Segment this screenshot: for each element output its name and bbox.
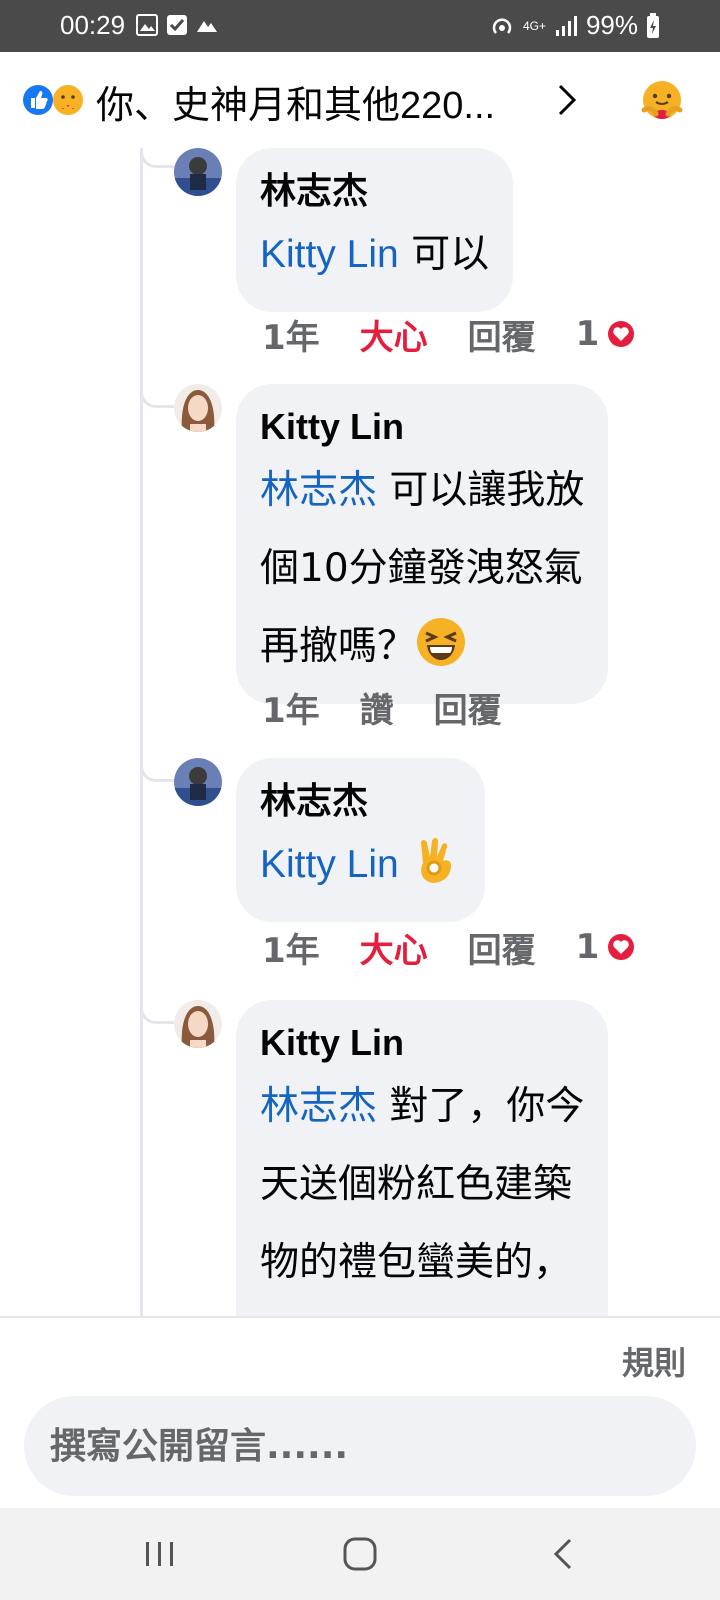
- comment-input[interactable]: [24, 1396, 696, 1496]
- reaction-count-number: 1: [575, 314, 600, 354]
- comment-bubble[interactable]: Kitty Lin 林志杰 可以讓我放 個10分鐘發洩怒氣 再撤嗎？: [236, 384, 609, 704]
- signal-icon: [555, 15, 577, 36]
- care-reaction-icon: [53, 85, 83, 115]
- comment-body-text: [399, 842, 411, 887]
- avatar-lin-zhijie[interactable]: [174, 148, 222, 196]
- mention-link[interactable]: 林志杰: [260, 469, 377, 512]
- comment-text: Kitty Lin: [260, 826, 461, 904]
- status-time: 00:29: [60, 10, 126, 40]
- comment-text-line-1: 林志杰 對了，你今: [260, 1068, 584, 1146]
- comment-author[interactable]: 林志杰: [260, 776, 461, 826]
- mountain-icon: [197, 21, 217, 32]
- mention-link[interactable]: Kitty Lin: [260, 233, 399, 276]
- network-label: 4G+: [522, 18, 546, 33]
- avatar-kitty-lin[interactable]: [174, 384, 222, 432]
- rules-link[interactable]: 規則: [622, 1338, 686, 1384]
- reactions-header[interactable]: 你、史神月和其他220...: [0, 52, 720, 148]
- status-right: 4G+ 99%: [489, 10, 660, 41]
- comment-time: 1年: [262, 930, 320, 971]
- mention-link[interactable]: Kitty Lin: [260, 843, 399, 886]
- reply-button[interactable]: 回覆: [468, 310, 536, 359]
- comment-time: 1年: [262, 317, 320, 358]
- comment-text-line-3: 再撤嗎？: [260, 608, 584, 686]
- comment-thread[interactable]: 林志杰 Kitty Lin 可以 1年 大心 回覆 1 Kitty Lin 林志…: [0, 148, 720, 1316]
- comment-body-text: 對了，你今: [377, 1084, 585, 1129]
- love-icon: [606, 932, 637, 962]
- love-reaction-button[interactable]: 大心: [360, 923, 428, 972]
- comment-actions: 1年 讚 回覆: [262, 682, 502, 732]
- reaction-count-number: 1: [575, 927, 600, 967]
- avatar-lin-zhijie[interactable]: [174, 758, 222, 806]
- reply-button[interactable]: 回覆: [434, 683, 502, 732]
- laughing-emoji: [417, 618, 466, 666]
- comment-bubble[interactable]: Kitty Lin 林志杰 對了，你今 天送個粉紅色建築 物的禮包蠻美的，: [236, 1000, 609, 1316]
- care-reaction-button[interactable]: [640, 80, 684, 124]
- status-bar: 00:29 4G+ 99%: [0, 0, 720, 52]
- reply-connector: [140, 388, 176, 408]
- reply-button[interactable]: 回覆: [468, 923, 536, 972]
- comment-text-line-2: 天送個粉紅色建築: [260, 1162, 573, 1207]
- reactions-summary-text: 你、史神月和其他220...: [96, 85, 496, 127]
- home-icon[interactable]: [336, 1530, 384, 1578]
- system-nav-bar: [0, 1508, 720, 1600]
- like-reaction-icon: [23, 85, 53, 115]
- thread-line: [140, 148, 143, 1316]
- like-button[interactable]: 讚: [360, 683, 394, 732]
- comment-time: 1年: [262, 690, 320, 731]
- comment-text-line-2: 個10分鐘發洩怒氣: [260, 546, 583, 591]
- comment-text-line-3: 物的禮包蠻美的，: [260, 1240, 573, 1285]
- back-icon[interactable]: [540, 1530, 588, 1578]
- battery-charging-icon: [647, 12, 659, 38]
- comment-actions: 1年 大心 回覆 1: [262, 309, 637, 359]
- check-box-icon: [167, 15, 187, 35]
- comment-text-line-1: 林志杰 可以讓我放: [260, 452, 584, 530]
- comment-text: Kitty Lin 可以: [260, 216, 489, 294]
- battery-percent: 99%: [585, 10, 638, 40]
- comment-body-text: 可以: [398, 232, 490, 277]
- comment-composer[interactable]: [24, 1396, 696, 1496]
- chevron-right-icon: [558, 84, 577, 116]
- reactions-summary-icons: [23, 85, 83, 115]
- mention-link[interactable]: 林志杰: [260, 1085, 377, 1128]
- reply-connector: [140, 1004, 176, 1024]
- composer-divider: [0, 1316, 720, 1318]
- comment-author[interactable]: 林志杰: [260, 166, 489, 216]
- comment-body-text: 再撤嗎？: [260, 624, 417, 669]
- love-icon: [606, 319, 637, 349]
- comment-actions: 1年 大心 回覆 1: [262, 922, 637, 972]
- reaction-count[interactable]: 1: [576, 927, 638, 967]
- reaction-count[interactable]: 1: [576, 314, 638, 354]
- avatar-kitty-lin[interactable]: [174, 1000, 222, 1048]
- comment-bubble[interactable]: 林志杰 Kitty Lin 可以: [236, 148, 514, 312]
- love-reaction-button[interactable]: 大心: [360, 310, 428, 359]
- hotspot-icon: [492, 17, 512, 34]
- reply-connector: [140, 148, 176, 168]
- comment-body-text: 可以讓我放: [377, 468, 585, 513]
- comment-author[interactable]: Kitty Lin: [260, 402, 584, 452]
- comment-author[interactable]: Kitty Lin: [260, 1018, 584, 1068]
- gallery-icon: [136, 14, 158, 36]
- ok-hand-emoji: [421, 838, 452, 883]
- comment-bubble[interactable]: 林志杰 Kitty Lin: [236, 758, 486, 922]
- reply-connector: [140, 762, 176, 782]
- recent-apps-icon[interactable]: [136, 1530, 184, 1578]
